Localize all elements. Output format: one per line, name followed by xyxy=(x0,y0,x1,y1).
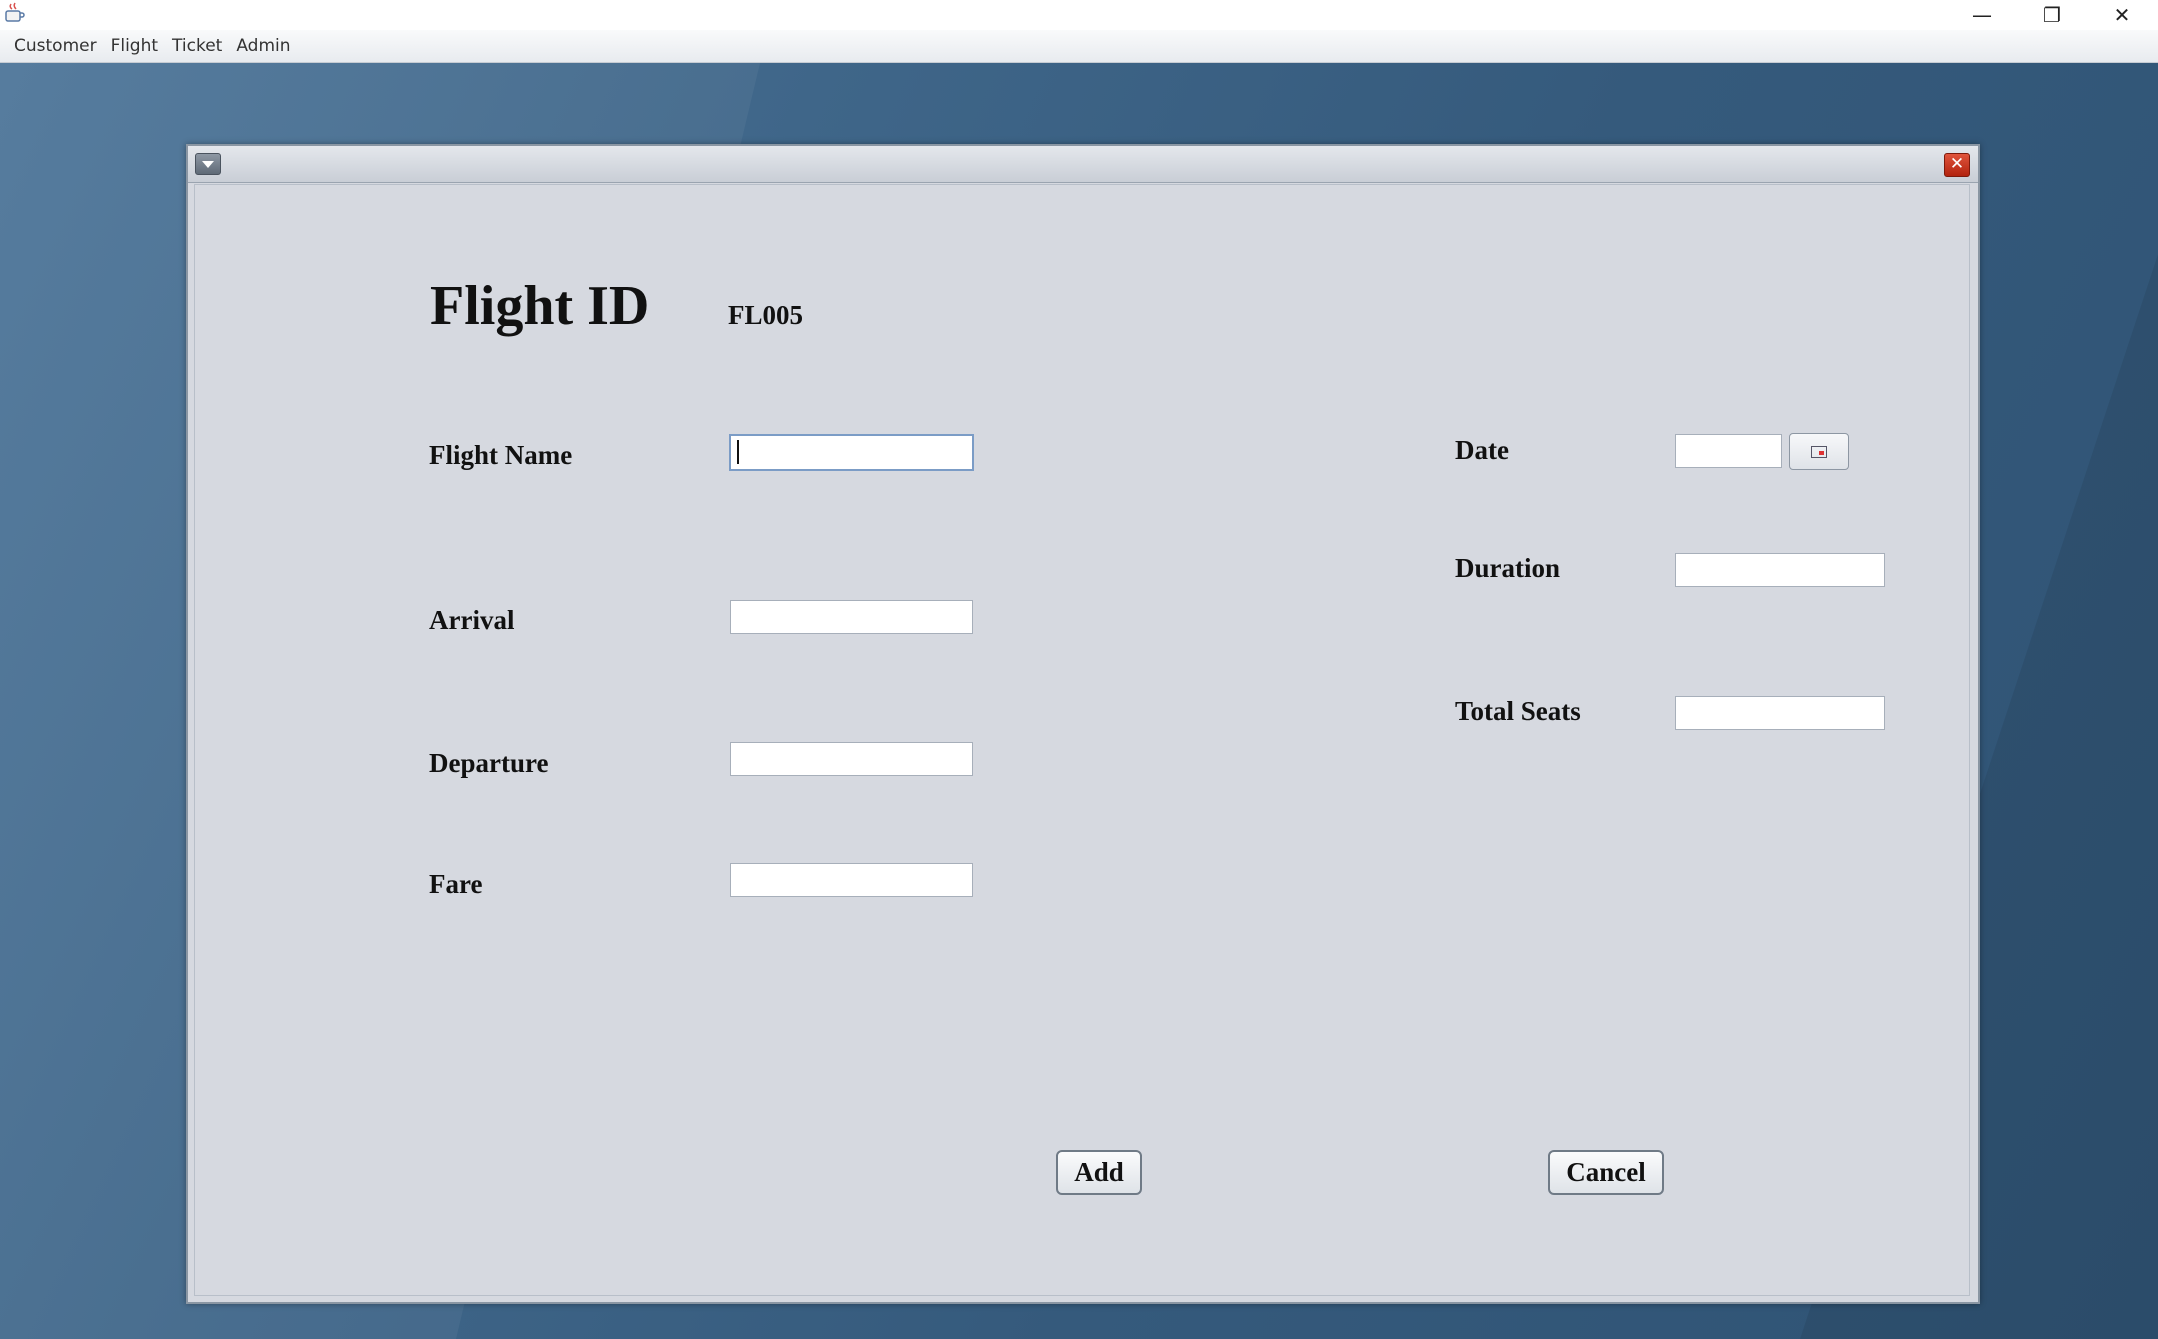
menu-admin[interactable]: Admin xyxy=(230,30,296,62)
text-caret xyxy=(737,440,739,464)
duration-label: Duration xyxy=(1455,553,1561,583)
maximize-button[interactable]: ❐ xyxy=(2017,0,2087,30)
duration-field[interactable] xyxy=(1675,553,1885,587)
flight-name-label: Flight Name xyxy=(429,440,573,470)
frame-system-menu-button[interactable] xyxy=(195,153,221,175)
form-panel xyxy=(194,184,1970,1296)
total-seats-field[interactable] xyxy=(1675,696,1885,730)
flight-id-label: Flight ID xyxy=(430,275,650,337)
departure-field[interactable] xyxy=(730,742,973,776)
menu-bar: Customer Flight Ticket Admin xyxy=(0,30,2158,63)
flight-id-value: FL005 xyxy=(728,300,804,330)
departure-label: Departure xyxy=(429,748,549,778)
window-titlebar: — ❐ ✕ xyxy=(0,0,2158,31)
add-button[interactable]: Add xyxy=(1056,1150,1142,1195)
close-window-button[interactable]: ✕ xyxy=(2087,0,2157,30)
date-picker-button[interactable] xyxy=(1789,433,1849,470)
internal-frame-titlebar[interactable]: ✕ xyxy=(188,146,1978,183)
calendar-icon xyxy=(1811,445,1827,458)
chevron-down-icon xyxy=(202,160,214,168)
total-seats-label: Total Seats xyxy=(1455,696,1581,726)
frame-close-button[interactable]: ✕ xyxy=(1944,153,1970,177)
menu-flight[interactable]: Flight xyxy=(105,30,164,62)
java-app-icon[interactable] xyxy=(3,2,25,24)
arrival-label: Arrival xyxy=(429,605,515,635)
menu-ticket[interactable]: Ticket xyxy=(166,30,228,62)
cancel-button[interactable]: Cancel xyxy=(1548,1150,1664,1195)
arrival-field[interactable] xyxy=(730,600,973,634)
fare-field[interactable] xyxy=(730,863,973,897)
fare-label: Fare xyxy=(429,869,483,899)
minimize-button[interactable]: — xyxy=(1947,0,2017,30)
date-field[interactable] xyxy=(1675,434,1782,468)
flight-name-field[interactable] xyxy=(729,434,974,471)
date-label: Date xyxy=(1455,435,1509,465)
menu-customer[interactable]: Customer xyxy=(8,30,103,62)
